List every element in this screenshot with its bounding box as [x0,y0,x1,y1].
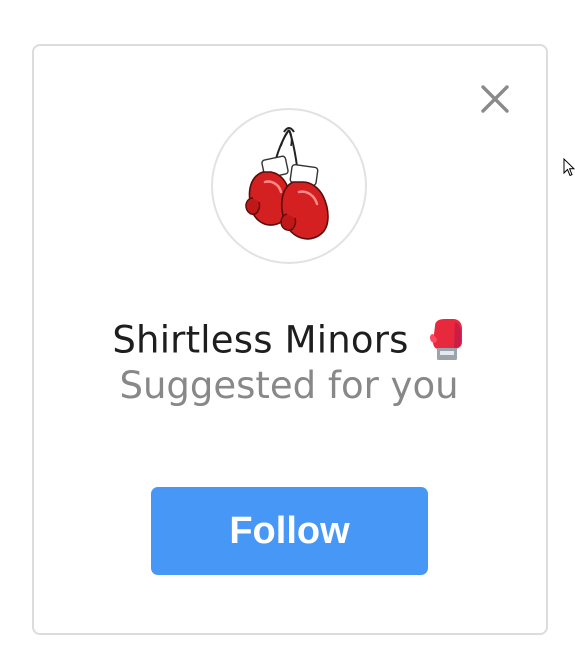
boxing-glove-emoji-icon [429,318,463,362]
boxing-gloves-icon [245,127,329,240]
account-name-row: Shirtless Minors [0,318,575,362]
follow-button[interactable]: Follow [151,487,428,575]
mouse-pointer-icon [563,157,575,178]
profile-avatar[interactable] [211,108,367,264]
account-name[interactable]: Shirtless Minors [112,319,408,362]
suggestion-subtitle: Suggested for you [119,364,459,407]
close-icon [481,85,509,113]
close-button[interactable] [478,82,512,116]
